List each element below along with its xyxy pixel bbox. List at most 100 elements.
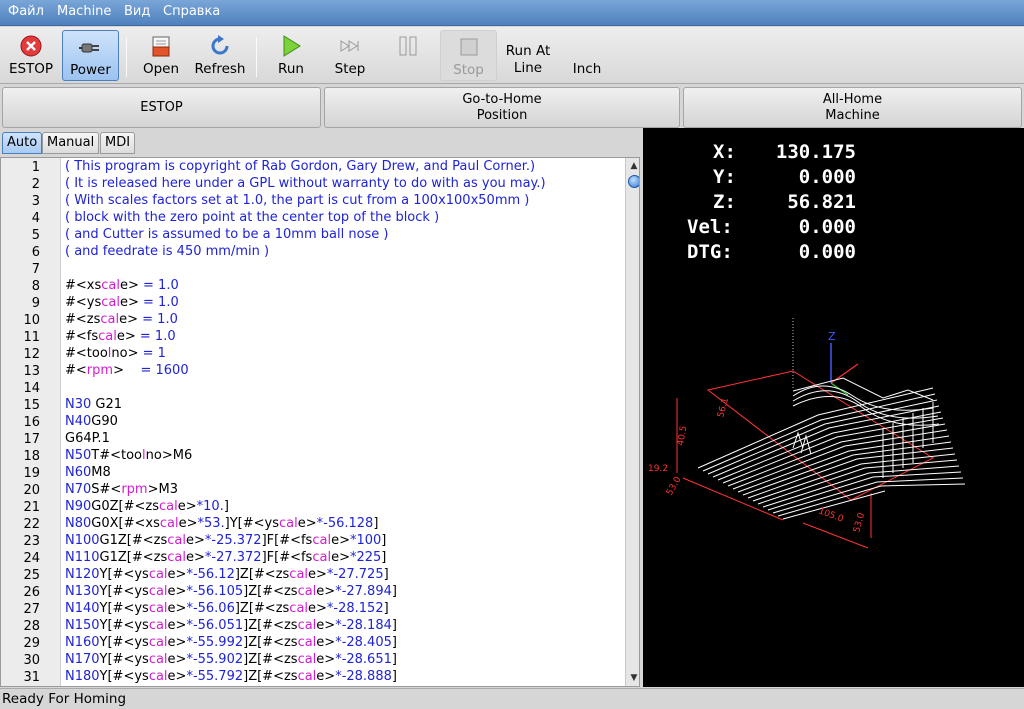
code-line: G64P.1 (65, 431, 110, 446)
line-number: 8 (31, 279, 40, 294)
pause-icon (399, 36, 417, 56)
line-number: 17 (23, 432, 40, 447)
line-number: 11 (23, 330, 40, 345)
refresh-icon (211, 35, 229, 55)
dim-b-label: 40.5 (676, 425, 689, 446)
line-number: 24 (23, 551, 40, 566)
code-line: N150Y[#<yscale>*-56.051]Z[#<zscale>*-28.… (65, 618, 397, 633)
refresh-button[interactable]: Refresh (192, 30, 248, 81)
code-line: #<xscale> = 1.0 (65, 278, 179, 293)
all-home-button[interactable]: All-Home Machine (683, 87, 1022, 128)
step-forward-icon (340, 40, 359, 52)
gcode-editor[interactable]: 1 2 3 4 5 6 7 8 9 10 11 12 13 14 15 16 17 18 19 20 21 22 23 24 2… (0, 157, 640, 687)
vertical-scrollbar[interactable]: ▲ ▼ (625, 158, 639, 686)
code-line: N110G1Z[#<zscale>*-27.372]F[#<fscale>*22… (65, 550, 387, 565)
goto-home-button[interactable]: Go-to-Home Position (324, 87, 680, 128)
scroll-thumb[interactable] (628, 175, 639, 188)
open-file-icon (152, 36, 170, 57)
estop-button[interactable]: ESTOP (2, 87, 321, 128)
line-number: 4 (31, 211, 40, 226)
code-line: N170Y[#<yscale>*-55.902]Z[#<zscale>*-28.… (65, 652, 397, 667)
dim-d-label: 19.2 (648, 464, 668, 474)
line-number: 27 (23, 602, 40, 617)
line-number: 25 (23, 568, 40, 583)
toolpath-preview[interactable]: X: 130.175 Y: 0.000 Z: 56.821 Vel: 0.000… (643, 128, 1024, 687)
run-at-line-button[interactable]: Run At Line (500, 30, 556, 81)
line-number: 15 (23, 398, 40, 413)
line-number: 7 (31, 262, 40, 277)
open-button[interactable]: Open (136, 30, 186, 81)
line-number: 28 (23, 619, 40, 634)
open-label: Open (142, 61, 180, 77)
line-number: 12 (23, 347, 40, 362)
code-line: N90G0Z[#<zscale>*10.] (65, 499, 229, 514)
code-line: N70S#<rpm>M3 (65, 482, 178, 497)
power-button[interactable]: Power (62, 30, 119, 81)
toolpath-canvas: Z 105.0 53.0 53.0 40.5 56.1 19.2 (648, 318, 966, 549)
code-line: N130Y[#<yscale>*-56.105]Z[#<zscale>*-27.… (65, 584, 397, 599)
code-line: N180Y[#<yscale>*-55.792]Z[#<zscale>*-28.… (65, 669, 397, 684)
tab-mdi[interactable]: MDI (100, 132, 136, 154)
power-label: Power (70, 62, 111, 78)
line-number: 13 (23, 364, 40, 379)
line-number: 21 (23, 500, 40, 515)
line-number: 29 (23, 636, 40, 651)
dim-a-label: 53.0 (665, 475, 684, 498)
line-number: 6 (31, 245, 40, 260)
estop-icon (20, 35, 42, 57)
code-line: #<rpm> = 1600 (65, 363, 189, 378)
refresh-label: Refresh (194, 61, 246, 77)
line-number: 31 (23, 670, 40, 685)
code-line: N40G90 (65, 414, 118, 429)
code-line: #<toolno> = 1 (65, 346, 166, 361)
dim-y-label: 53.0 (852, 512, 867, 534)
play-icon (283, 35, 301, 57)
power-plug-icon (78, 43, 99, 53)
status-text: Ready For Homing (2, 691, 127, 707)
status-bar: Ready For Homing (0, 688, 1024, 709)
line-number: 23 (23, 534, 40, 549)
step-button[interactable]: Step (325, 30, 375, 81)
code-line: N120Y[#<yscale>*-56.12]Z[#<zscale>*-27.7… (65, 567, 389, 582)
menu-machine[interactable]: Machine (57, 4, 111, 19)
tab-manual[interactable]: Manual (42, 132, 100, 154)
line-number: 20 (23, 483, 40, 498)
code-line: ( and feedrate is 450 mm/min ) (65, 244, 270, 259)
axis-gizmo: Z (828, 330, 859, 396)
line-number: 9 (31, 296, 40, 311)
code-line: ( and Cutter is assumed to be a 10mm bal… (65, 227, 389, 242)
line-number: 30 (23, 653, 40, 668)
toolpath-lines (697, 377, 966, 520)
inch-toggle[interactable]: Inch (562, 30, 612, 81)
menu-file[interactable]: Файл (8, 4, 44, 19)
line-number: 2 (31, 177, 40, 192)
line-number: 10 (23, 313, 40, 328)
z-axis-label: Z (828, 330, 836, 343)
code-line: N80G0X[#<xscale>*53.]Y[#<yscale>*-56.128… (65, 516, 379, 531)
stop-button[interactable]: Stop (440, 30, 497, 81)
code-line: #<fscale> = 1.0 (65, 329, 176, 344)
code-line: #<zscale> = 1.0 (65, 312, 178, 327)
line-number: 14 (23, 381, 40, 396)
line-number: 18 (23, 449, 40, 464)
code-line: N50T#<toolno>M6 (65, 448, 193, 463)
menu-help[interactable]: Справка (163, 4, 220, 19)
step-label: Step (334, 61, 366, 77)
code-line: N30 G21 (65, 397, 123, 412)
scroll-down-icon[interactable]: ▼ (628, 672, 639, 684)
run-label[interactable]: Run (267, 61, 315, 77)
code-line: N140Y[#<yscale>*-56.06]Z[#<zscale>*-28.1… (65, 601, 389, 616)
scroll-up-icon[interactable]: ▲ (628, 160, 639, 172)
menu-view[interactable]: Вид (124, 4, 150, 19)
line-number: 3 (31, 194, 40, 209)
run-at-line-label: Run At Line (505, 43, 551, 76)
pause-button[interactable] (385, 30, 431, 81)
line-number-gutter: 1 2 3 4 5 6 7 8 9 10 11 12 13 14 15 16 17 18 19 20 21 22 23 24 2… (1, 158, 61, 686)
estop-toolbar-button[interactable]: ESTOP (4, 30, 58, 81)
all-home-label: All-Home Machine (822, 91, 883, 123)
code-line: N100G1Z[#<zscale>*-25.372]F[#<fscale>*10… (65, 533, 387, 548)
line-number: 5 (31, 228, 40, 243)
run-button[interactable]: Run (267, 30, 315, 81)
tab-auto[interactable]: Auto (2, 132, 43, 154)
toolbar-separator (126, 37, 127, 77)
